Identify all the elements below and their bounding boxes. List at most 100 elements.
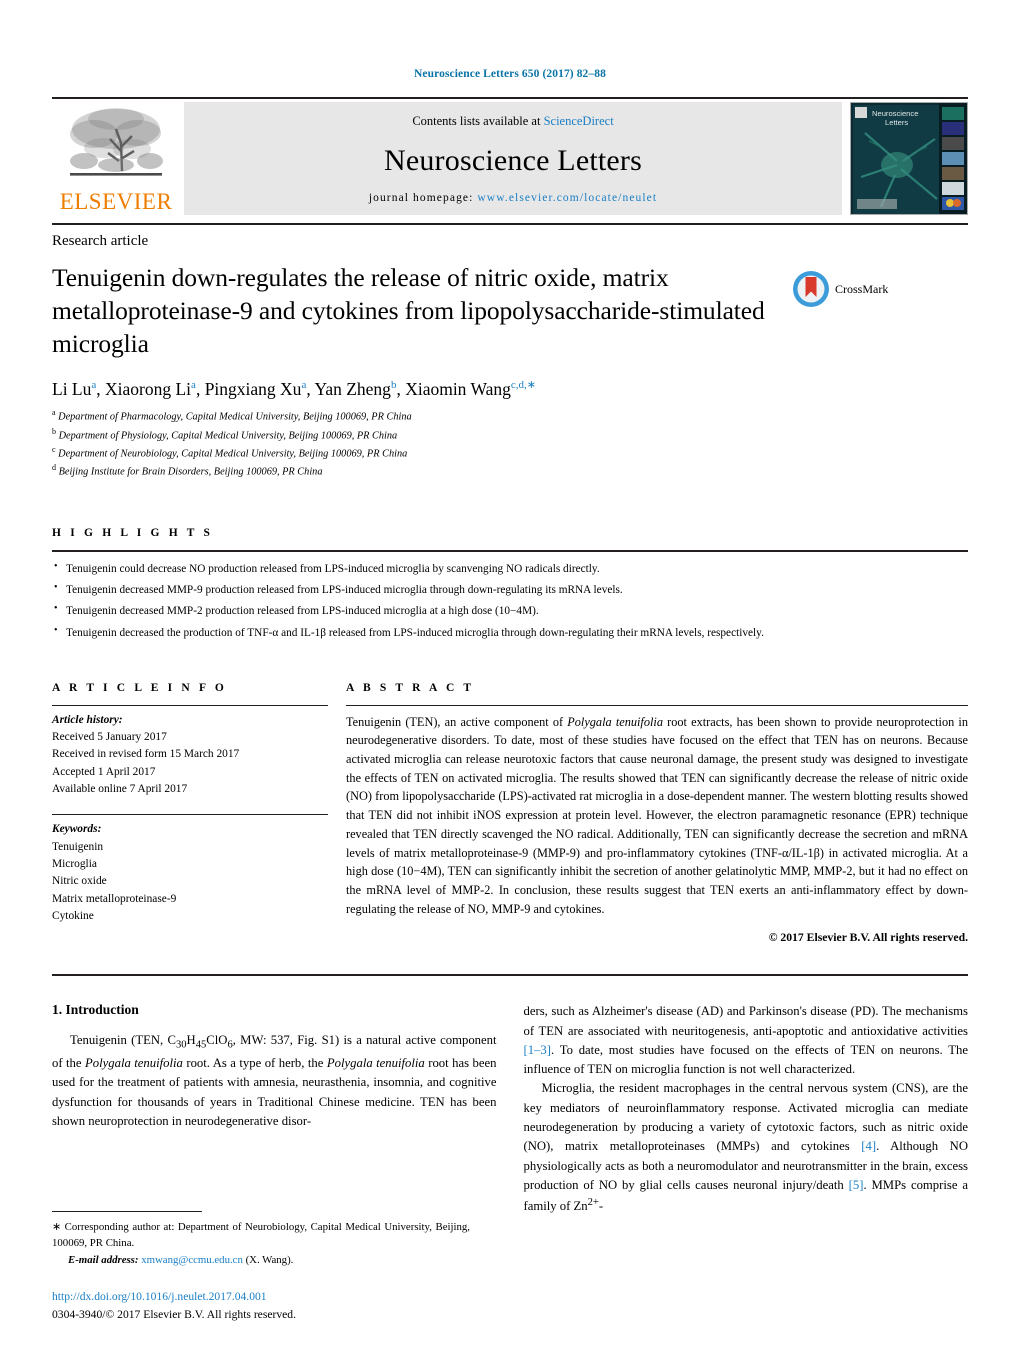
affiliation-text: Department of Pharmacology, Capital Medi… [58,411,412,423]
list-item: Tenuigenin decreased the production of T… [52,621,968,644]
homepage-url-link[interactable]: www.elsevier.com/locate/neulet [477,192,657,204]
highlights-heading: H I G H L I G H T S [52,526,214,539]
intro-species-2: Polygala tenuifolia [326,1055,425,1070]
formula-sub-45: 45 [195,1039,207,1051]
author-item: Yan Zhengb [314,379,396,399]
affiliation-mark: d [52,463,56,473]
keyword-item: Microglia [52,858,97,871]
list-item: Tenuigenin decreased MMP-9 production re… [52,579,968,601]
email-link[interactable]: xmwang@ccmu.edu.cn [141,1254,243,1266]
author-name: Li Lu [52,378,92,399]
citation-link-1-3[interactable]: [1–3] [524,1043,551,1057]
author-name: Xiaorong Li [105,378,192,399]
page-title: Tenuigenin down-regulates the release of… [52,263,765,358]
running-head: Neuroscience Letters 650 (2017) 82–88 [414,68,606,80]
author-affil-mark[interactable]: a [301,379,306,391]
citation-link-4[interactable]: [4] [861,1139,876,1153]
cover-title-line2: Letters [885,118,908,127]
affiliation-item: a Department of Pharmacology, Capital Me… [52,407,968,425]
zinc-charge-superscript: 2+ [587,1197,599,1209]
author-affil-mark[interactable]: b [391,379,397,391]
corresponding-author-note: ∗ Corresponding author at: Department of… [52,1220,470,1251]
title-block: Tenuigenin down-regulates the release of… [52,262,792,361]
article-info-section: A R T I C L E I N F O Article history: R… [52,682,328,945]
affiliation-text: Beijing Institute for Brain Disorders, B… [58,466,323,478]
intro-paragraph-right-2: Microglia, the resident macrophages in t… [524,1079,969,1216]
doi-link[interactable]: http://dx.doi.org/10.1016/j.neulet.2017.… [52,1288,482,1305]
sciencedirect-link[interactable]: ScienceDirect [544,114,614,128]
abstract-text: Tenuigenin (TEN), an active component of… [346,713,968,919]
homepage-label: journal homepage: [368,192,478,204]
abstract-species-name: Polygala tenuifolia [567,714,663,729]
author-item: Xiaomin Wangc,d,∗ [405,379,536,399]
author-name: Pingxiang Xu [204,378,302,399]
author-item: Li Lua [52,379,96,399]
email-suffix: (X. Wang). [242,1254,294,1267]
article-type-label: Research article [52,233,149,249]
body-column-left: 1. Introduction Tenuigenin (TEN, C30H45C… [52,1002,497,1217]
crossmark-badge[interactable]: CrossMark [792,270,912,308]
formula-sub-30: 30 [175,1039,187,1051]
abstract-part2: root extracts, has been shown to provide… [346,714,968,916]
keyword-item: Tenuigenin [52,840,104,853]
issn-copyright: 0304-3940/© 2017 Elsevier B.V. All right… [52,1307,296,1321]
keyword-item: Matrix metalloproteinase-9 [52,892,177,905]
elsevier-wordmark: ELSEVIER [59,189,173,214]
info-abstract-row: A R T I C L E I N F O Article history: R… [52,682,968,945]
history-item: Available online 7 April 2017 [52,783,188,796]
intro-right-text-a: ders, such as Alzheimer's disease (AD) a… [523,1004,969,1038]
email-note: E-mail address: xmwang@ccmu.edu.cn (X. W… [52,1253,470,1269]
list-item: Tenuigenin could decrease NO production … [52,558,968,580]
journal-homepage-line: journal homepage: www.elsevier.com/locat… [369,192,657,204]
article-page: Neuroscience Letters 650 (2017) 82–88 EL… [0,0,1020,1351]
history-item: Received in revised form 15 March 2017 [52,748,240,761]
body-columns: 1. Introduction Tenuigenin (TEN, C30H45C… [52,1002,968,1217]
author-item: Xiaorong Lia [105,379,196,399]
abstract-divider [346,704,968,706]
keyword-item: Cytokine [52,910,94,923]
highlights-section: H I G H L I G H T S Tenuigenin could dec… [52,527,968,644]
author-name: Xiaomin Wang [405,378,511,399]
masthead-divider [52,223,968,225]
article-info-heading: A R T I C L E I N F O [52,681,227,694]
affiliation-list: a Department of Pharmacology, Capital Me… [52,407,968,480]
highlights-divider [52,549,968,552]
intro-paragraph-right-1: ders, such as Alzheimer's disease (AD) a… [524,1002,969,1079]
intro-text-c: ClO [206,1033,228,1048]
article-info-divider [52,704,328,706]
affiliation-text: Department of Neurobiology, Capital Medi… [58,448,408,460]
keyword-item: Nitric oxide [52,875,107,888]
doi-block: http://dx.doi.org/10.1016/j.neulet.2017.… [52,1288,482,1323]
crossmark-label: CrossMark [835,281,889,296]
affiliation-mark: a [52,408,56,418]
author-affil-mark[interactable]: a [91,379,96,391]
keywords-label: Keywords: [52,823,102,836]
author-affil-mark[interactable]: a [191,379,196,391]
abstract-section: A B S T R A C T Tenuigenin (TEN), an act… [346,682,968,945]
journal-masthead: ELSEVIER Contents lists available at Sci… [52,97,968,215]
journal-cover-thumbnail: Neuroscience Letters [850,102,968,215]
affiliation-mark: c [52,445,56,455]
author-item: Pingxiang Xua [205,379,307,399]
keywords-divider [52,814,328,816]
elsevier-logo: ELSEVIER [52,102,180,215]
email-label: E-mail address: [68,1254,139,1267]
copyright-line: © 2017 Elsevier B.V. All rights reserved… [768,931,968,945]
author-affil-mark[interactable]: c,d,∗ [511,379,536,391]
citation-link-5[interactable]: [5] [849,1178,864,1192]
highlights-list: Tenuigenin could decrease NO production … [52,558,968,644]
affiliation-text: Department of Physiology, Capital Medica… [58,430,398,442]
affiliation-item: d Beijing Institute for Brain Disorders,… [52,462,968,480]
intro-paragraph-left: Tenuigenin (TEN, C30H45ClO6, MW: 537, Fi… [52,1031,497,1131]
title-row: Tenuigenin down-regulates the release of… [52,262,968,361]
abstract-part1: Tenuigenin (TEN), an active component of [346,714,568,729]
body-column-right: ders, such as Alzheimer's disease (AD) a… [524,1002,969,1217]
cover-title-line1: Neuroscience [872,109,918,118]
crossmark-icon [793,271,829,307]
intro-species-1: Polygala tenuifolia [85,1055,183,1070]
contents-line: Contents lists available at ScienceDirec… [412,114,613,129]
journal-title: Neuroscience Letters [383,143,643,177]
body-divider [52,974,968,977]
affiliation-item: b Department of Physiology, Capital Medi… [52,426,968,444]
article-history-label: Article history: [52,713,123,726]
